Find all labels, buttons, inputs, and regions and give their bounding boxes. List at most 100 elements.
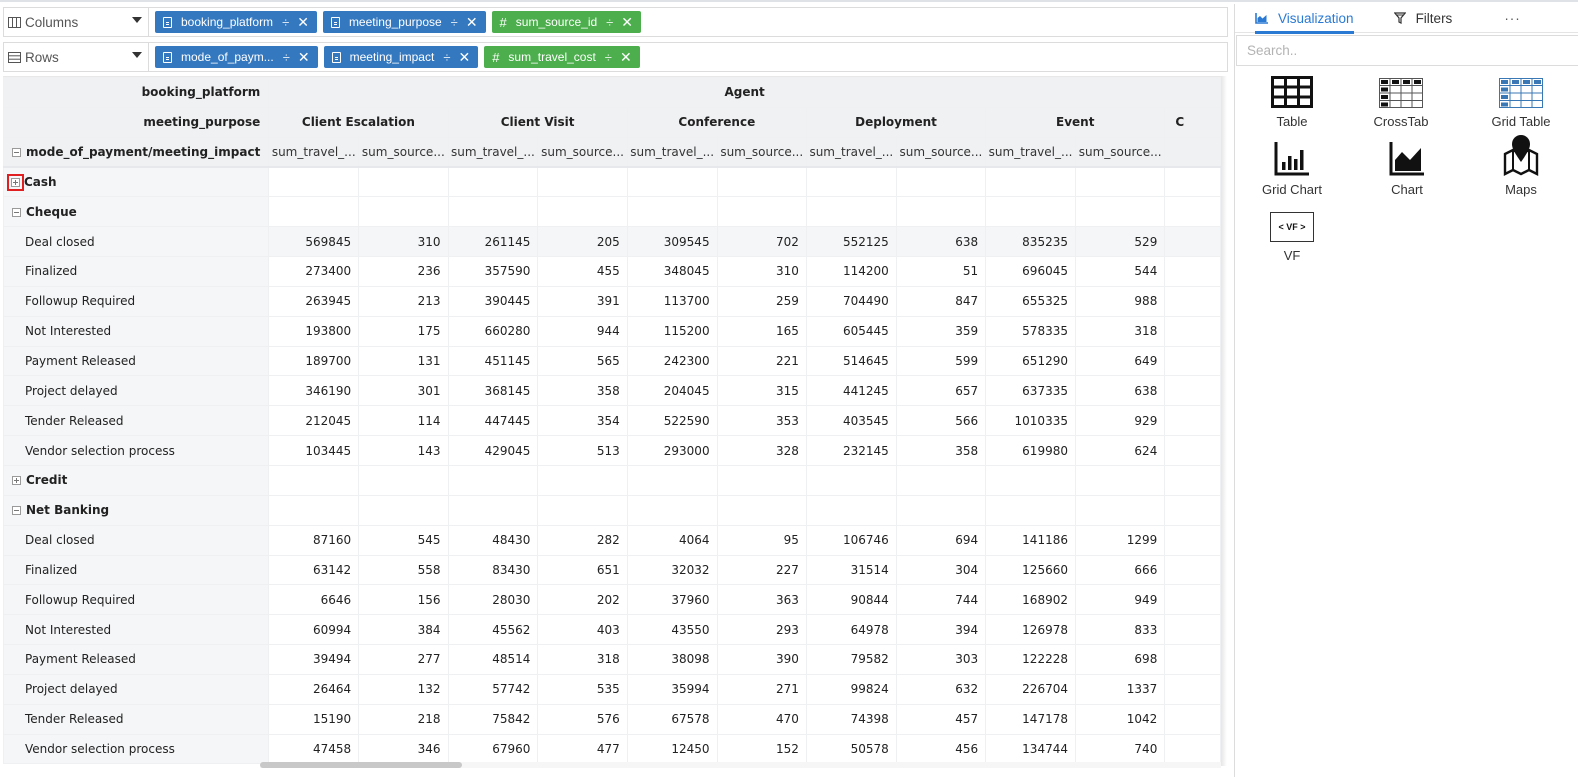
tab-filters[interactable]: Filters [1393,4,1453,33]
purpose-header[interactable]: Client Escalation [268,106,449,138]
value-cell: 74398 [805,703,897,735]
grid-table-icon [1499,78,1543,108]
pill-meeting-purpose[interactable]: meeting_purpose ÷ ✕ [322,11,486,33]
remove-icon[interactable]: ✕ [297,14,309,31]
pivot-table: booking_platform Agent meeting_purpose Clie… [3,77,1221,765]
value-cell: 301 [358,375,449,407]
table-row: Payment Released 39494 277 48514 318 38098 390… [3,644,1221,675]
value-cell [805,196,897,228]
group-row: Net Banking [3,494,1221,526]
purpose-header[interactable]: Event [985,106,1166,138]
expand-icon[interactable] [11,177,20,187]
sort-icon[interactable]: ÷ [606,15,613,30]
value-cell: 205 [537,226,628,258]
value-cell: 447445 [447,405,539,437]
value-cell [985,166,1076,198]
value-cell: 346190 [268,375,360,407]
platform-header[interactable]: Agent [268,77,1221,108]
header-row-platform: booking_platform Agent [3,77,1221,108]
value-cell: 605445 [805,315,897,347]
viz-grid-table[interactable]: Grid Table [1466,72,1576,129]
pill-sum-travel-cost[interactable]: # sum_travel_cost ÷ ✕ [484,46,640,68]
viz-label: VF [1283,248,1301,263]
value-cell [358,196,449,228]
value-cell: 353 [716,405,807,437]
group-row-header[interactable]: Cheque [3,196,270,228]
purpose-header[interactable]: Client Visit [447,106,628,138]
viz-grid-chart[interactable]: Grid Chart [1237,140,1347,197]
value-cell: 175 [358,315,449,347]
columns-shelf-label[interactable]: Columns [4,8,149,36]
value-cell [626,464,718,496]
value-cell: 143 [358,435,449,466]
sort-icon[interactable]: ÷ [605,50,612,65]
measure-header[interactable]: sum_travel_... [447,136,539,169]
purpose-header-partial[interactable]: C [1164,106,1221,138]
value-cell: 50578 [805,733,897,765]
pill-booking-platform[interactable]: booking_platform ÷ ✕ [155,11,317,33]
measure-header[interactable]: sum_travel_... [268,136,360,169]
tab-label: Filters [1415,10,1453,26]
sort-icon[interactable]: ÷ [451,15,458,30]
value-cell: 318 [1074,315,1166,347]
purpose-header[interactable]: Conference [626,106,807,138]
viz-crosstab[interactable]: CrossTab [1346,72,1456,129]
value-cell-partial [1164,285,1221,317]
expand-icon[interactable] [12,476,21,486]
remove-icon[interactable]: ✕ [458,49,470,66]
group-row-header[interactable]: Cash [3,166,270,198]
value-cell [268,494,360,526]
measure-header[interactable]: sum_source... [895,136,987,169]
row-label: Followup Required [25,592,136,607]
collapse-all-icon[interactable] [12,147,21,157]
sort-icon[interactable]: ÷ [283,50,290,65]
measure-header[interactable]: sum_source... [537,136,628,169]
group-row-header[interactable]: Credit [3,464,270,496]
table-row: Followup Required 263945 213 390445 391 11370… [3,285,1221,317]
sort-icon[interactable]: ÷ [443,50,450,65]
rows-shelf-label[interactable]: Rows [4,43,149,71]
measure-header[interactable]: sum_travel_... [626,136,718,169]
remove-icon[interactable]: ✕ [620,49,632,66]
value-cell: 535 [537,673,628,705]
group-row-header[interactable]: Net Banking [3,494,270,526]
remove-icon[interactable]: ✕ [621,14,633,31]
tab-visualization[interactable]: Visualization [1255,4,1354,34]
remove-icon[interactable]: ✕ [466,14,478,31]
value-cell [537,464,628,496]
value-cell: 113700 [626,285,718,317]
columns-dropdown-icon[interactable] [132,17,142,23]
value-cell: 522590 [626,405,718,437]
highlight-box [7,173,24,191]
remove-icon[interactable]: ✕ [298,49,310,66]
collapse-icon[interactable] [12,506,21,516]
row-field-header[interactable]: mode_of_payment/meeting_impact [3,136,270,169]
more-options-icon[interactable]: ··· [1504,4,1521,33]
rows-dropdown-icon[interactable] [132,52,142,58]
pill-meeting-impact[interactable]: meeting_impact ÷ ✕ [323,46,479,68]
horizontal-scrollbar[interactable] [260,762,462,768]
value-cell: 236 [358,256,449,287]
viz-chart[interactable]: Chart [1352,140,1462,197]
value-cell: 638 [1074,375,1166,407]
measure-header[interactable]: sum_source... [716,136,807,169]
columns-label: Columns [25,14,79,30]
pill-mode-of-payment[interactable]: mode_of_paym... ÷ ✕ [155,46,318,68]
pill-sum-source-id[interactable]: # sum_source_id ÷ ✕ [491,11,642,33]
collapse-icon[interactable] [12,207,21,217]
viz-vf[interactable]: < VF > VF [1237,206,1347,263]
viz-maps[interactable]: Maps [1466,135,1576,197]
purpose-header[interactable]: Deployment [805,106,987,138]
measure-header[interactable]: sum_travel_... [985,136,1076,169]
table-row: Project delayed 346190 301 368145 358 204045 3… [3,375,1221,407]
viz-table[interactable]: Table [1237,72,1347,129]
measure-header[interactable]: sum_travel_... [805,136,897,169]
rows-icon [8,51,21,63]
value-cell-partial [1164,524,1221,556]
sort-icon[interactable]: ÷ [282,15,289,30]
measure-header[interactable]: sum_source... [358,136,449,169]
measure-header[interactable]: sum_source... [1074,136,1166,169]
row-header: Tender Released [3,405,270,437]
right-panel: Visualization Filters ··· Table CrossTab… [1234,4,1578,777]
viz-search-input[interactable] [1247,43,1547,58]
